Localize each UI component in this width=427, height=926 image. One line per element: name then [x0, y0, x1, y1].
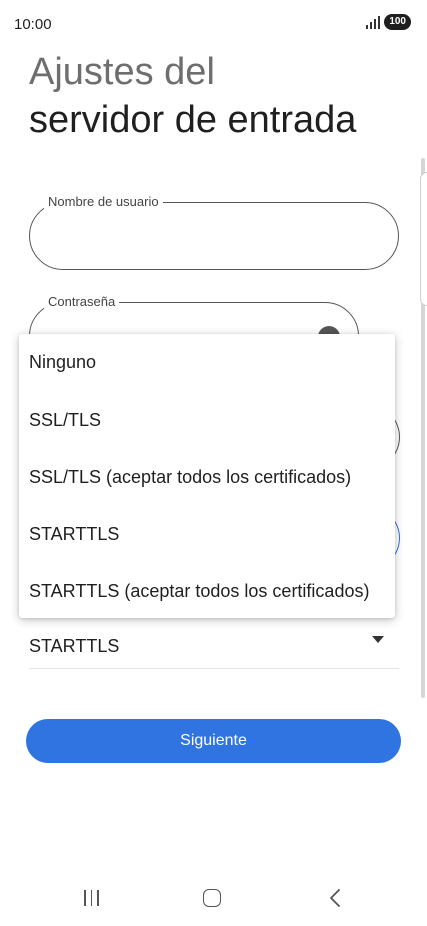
username-label: Nombre de usuario: [44, 194, 163, 210]
scroll-thumb[interactable]: [420, 172, 427, 306]
battery-icon: 100: [384, 14, 411, 30]
page-title: Ajustes del servidor de entrada: [29, 48, 409, 144]
next-button[interactable]: Siguiente: [26, 719, 401, 763]
security-type-menu: Ninguno SSL/TLS SSL/TLS (aceptar todos l…: [19, 334, 395, 618]
menu-item-starttls[interactable]: STARTTLS: [29, 523, 119, 545]
password-label: Contraseña: [44, 294, 120, 310]
security-select-underline: [29, 668, 399, 669]
back-icon[interactable]: [326, 888, 346, 908]
menu-item-ssl-tls[interactable]: SSL/TLS: [29, 409, 101, 431]
menu-item-ssl-tls-accept-all[interactable]: SSL/TLS (aceptar todos los certificados): [29, 466, 351, 488]
menu-item-starttls-accept-all[interactable]: STARTTLS (aceptar todos los certificados…: [29, 580, 369, 602]
page-title-line-2: servidor de entrada: [29, 99, 357, 141]
status-time: 10:00: [14, 16, 52, 33]
username-input[interactable]: [48, 225, 380, 245]
incoming-server-settings-screen: 10:00 100 Ajustes del servidor de entrad…: [0, 0, 427, 926]
status-bar: 10:00 100: [0, 0, 427, 48]
signal-icon: [366, 15, 381, 29]
status-indicators: 100: [366, 14, 411, 30]
username-field[interactable]: Nombre de usuario: [29, 194, 399, 270]
home-icon[interactable]: [203, 889, 221, 907]
menu-item-ninguno[interactable]: Ninguno: [29, 351, 96, 373]
recents-icon[interactable]: [84, 890, 99, 906]
arrow-drop-down-icon[interactable]: [372, 636, 384, 643]
navigation-bar: [0, 870, 427, 926]
security-select-value[interactable]: STARTTLS: [29, 636, 119, 657]
page-title-line-1: Ajustes del: [29, 51, 215, 93]
